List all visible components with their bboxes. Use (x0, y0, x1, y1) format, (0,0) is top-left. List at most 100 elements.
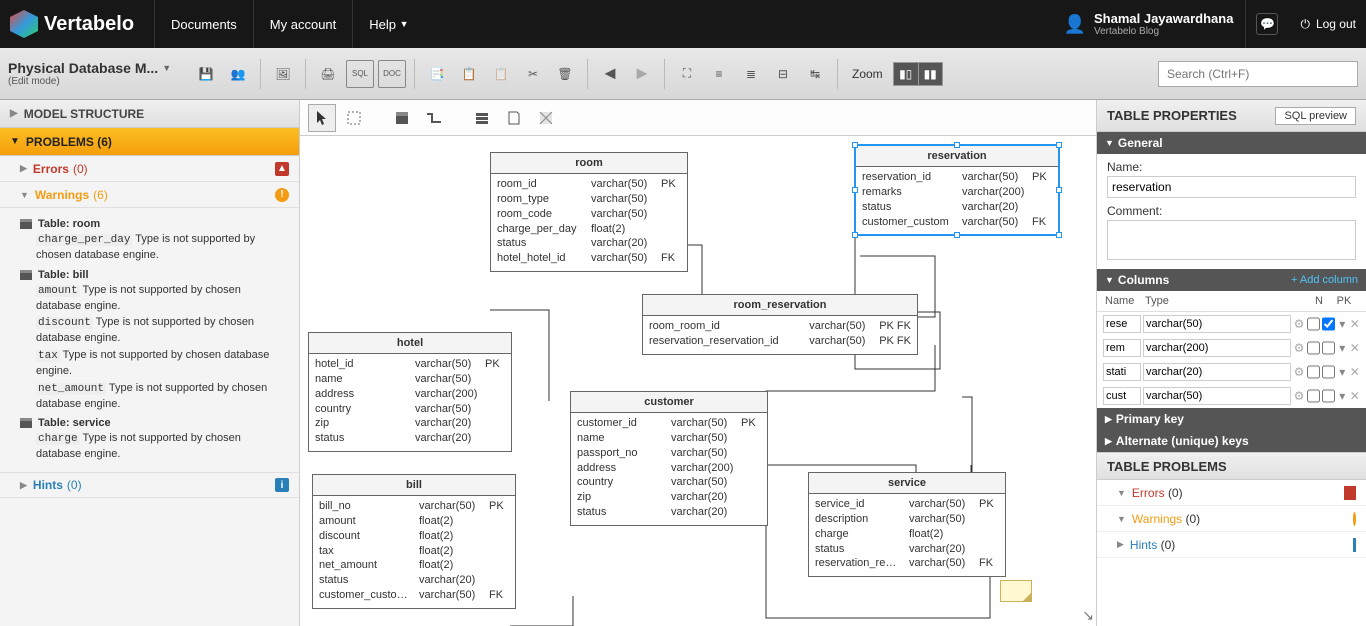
chevron-down-icon[interactable]: ▾ (1337, 341, 1348, 355)
resize-corner-icon[interactable]: ↘ (1082, 607, 1094, 624)
table-reservation[interactable]: reservation reservation_idvarchar(50)PKr… (854, 144, 1060, 236)
warnings-row[interactable]: ▼Warnings(6)! (0, 182, 299, 208)
delete-icon[interactable]: ✕ (1350, 389, 1361, 403)
primary-key-section[interactable]: ▶Primary key (1097, 408, 1366, 430)
col-name-input[interactable] (1103, 339, 1141, 357)
pointer-tool[interactable] (308, 104, 336, 132)
column-row[interactable]: ⚙ ▾✕ (1097, 312, 1366, 336)
doc-icon[interactable]: DOC (378, 60, 406, 88)
col-name-input[interactable] (1103, 387, 1141, 405)
new-area-tool[interactable] (532, 104, 560, 132)
paste-icon[interactable]: 📋 (455, 60, 483, 88)
comment-input[interactable] (1107, 220, 1356, 260)
table-bill[interactable]: bill bill_novarchar(50)PKamountfloat(2)d… (312, 474, 516, 609)
column-row[interactable]: ⚙ ▾✕ (1097, 336, 1366, 360)
add-column-button[interactable]: + Add column (1291, 274, 1358, 286)
general-section[interactable]: ▼General (1097, 132, 1366, 154)
tp-hints-row[interactable]: ▶Hints (0)i (1097, 532, 1366, 558)
sql-preview-button[interactable]: SQL preview (1275, 107, 1356, 125)
notification-icon[interactable]: 💬 (1256, 13, 1278, 35)
table-customer[interactable]: customer customer_idvarchar(50)PKnamevar… (570, 391, 768, 526)
new-note-tool[interactable] (500, 104, 528, 132)
table-icon (20, 270, 32, 280)
column-row[interactable]: ⚙ ▾✕ (1097, 384, 1366, 408)
redo-icon[interactable]: ► (628, 60, 656, 88)
table-icon (20, 219, 32, 229)
select-area-tool[interactable] (340, 104, 368, 132)
logo[interactable]: Vertabelo (10, 10, 154, 38)
column-row[interactable]: ⚙ ▾✕ (1097, 360, 1366, 384)
col-nullable-checkbox[interactable] (1307, 341, 1320, 355)
chevron-down-icon[interactable]: ▾ (1337, 389, 1348, 403)
table-hotel[interactable]: hotel hotel_idvarchar(50)PKnamevarchar(5… (308, 332, 512, 452)
document-title[interactable]: Physical Database M...▼ (Edit mode) (8, 60, 188, 87)
user-block[interactable]: 👤 Shamal Jayawardhana Vertabelo Blog (1064, 0, 1247, 48)
col-pk-checkbox[interactable] (1322, 341, 1335, 355)
problems-header[interactable]: ▼PROBLEMS (6) (0, 128, 299, 156)
new-table-tool[interactable] (388, 104, 416, 132)
col-type-input[interactable] (1143, 387, 1291, 405)
chevron-down-icon[interactable]: ▾ (1337, 317, 1348, 331)
align-right-icon[interactable]: ⊟ (769, 60, 797, 88)
warning-table-room[interactable]: Table: room (20, 218, 289, 230)
gear-icon[interactable]: ⚙ (1293, 389, 1305, 403)
canvas[interactable]: room room_idvarchar(50)PKroom_typevarcha… (300, 136, 1096, 626)
delete-icon[interactable]: ✕ (1350, 341, 1361, 355)
share-icon[interactable]: 👥 (224, 60, 252, 88)
col-type-input[interactable] (1143, 315, 1291, 333)
align-center-icon[interactable]: ≣ (737, 60, 765, 88)
nav-myaccount[interactable]: My account (253, 0, 352, 48)
tp-errors-row[interactable]: ▼Errors (0)▲ (1097, 480, 1366, 506)
columns-header: NameTypeNPK (1097, 291, 1366, 312)
logout-button[interactable]: ⏻ Log out (1288, 17, 1356, 32)
print-icon[interactable]: 🖨 (314, 60, 342, 88)
expand-icon[interactable]: ⛶ (673, 60, 701, 88)
align-left-icon[interactable]: ≡ (705, 60, 733, 88)
table-service[interactable]: service service_idvarchar(50)PKdescripti… (808, 472, 1006, 577)
errors-row[interactable]: ▶Errors(0)▲ (0, 156, 299, 182)
nav-documents[interactable]: Documents (154, 0, 253, 48)
distribute-icon[interactable]: ↹ (801, 60, 829, 88)
note-stub[interactable] (1000, 580, 1032, 602)
delete-icon[interactable]: ✕ (1350, 317, 1361, 331)
columns-section[interactable]: ▼Columns+ Add column (1097, 269, 1366, 291)
new-view-tool[interactable] (468, 104, 496, 132)
paste2-icon[interactable]: 📋 (487, 60, 515, 88)
col-type-input[interactable] (1143, 363, 1291, 381)
col-nullable-checkbox[interactable] (1307, 389, 1320, 403)
gear-icon[interactable]: ⚙ (1293, 341, 1305, 355)
delete-icon[interactable]: 🗑 (551, 60, 579, 88)
col-pk-checkbox[interactable] (1322, 317, 1335, 331)
image-icon[interactable]: 🖼 (269, 60, 297, 88)
nav-help[interactable]: Help ▼ (352, 0, 424, 48)
cut-icon[interactable]: ✂ (519, 60, 547, 88)
hints-row[interactable]: ▶Hints(0)i (0, 472, 299, 498)
zoom-fit2[interactable]: ▮▮ (918, 63, 942, 85)
undo-icon[interactable]: ◄ (596, 60, 624, 88)
warning-table-bill[interactable]: Table: bill (20, 269, 289, 281)
model-structure-header[interactable]: ▶MODEL STRUCTURE (0, 100, 299, 128)
col-nullable-checkbox[interactable] (1307, 317, 1320, 331)
tp-warnings-row[interactable]: ▼Warnings (0)! (1097, 506, 1366, 532)
warning-table-service[interactable]: Table: service (20, 417, 289, 429)
col-name-input[interactable] (1103, 363, 1141, 381)
alternate-keys-section[interactable]: ▶Alternate (unique) keys (1097, 430, 1366, 452)
gear-icon[interactable]: ⚙ (1293, 317, 1305, 331)
search-input[interactable] (1158, 61, 1358, 87)
chevron-down-icon[interactable]: ▾ (1337, 365, 1348, 379)
col-type-input[interactable] (1143, 339, 1291, 357)
zoom-fit1[interactable]: ▮▯ (894, 63, 918, 85)
col-pk-checkbox[interactable] (1322, 389, 1335, 403)
save-icon[interactable]: 💾 (192, 60, 220, 88)
delete-icon[interactable]: ✕ (1350, 365, 1361, 379)
gear-icon[interactable]: ⚙ (1293, 365, 1305, 379)
copy-icon[interactable]: 📑 (423, 60, 451, 88)
sql-icon[interactable]: SQL (346, 60, 374, 88)
name-input[interactable] (1107, 176, 1356, 198)
table-room[interactable]: room room_idvarchar(50)PKroom_typevarcha… (490, 152, 688, 272)
col-pk-checkbox[interactable] (1322, 365, 1335, 379)
col-name-input[interactable] (1103, 315, 1141, 333)
col-nullable-checkbox[interactable] (1307, 365, 1320, 379)
new-reference-tool[interactable] (420, 104, 448, 132)
table-room-reservation[interactable]: room_reservation room_room_idvarchar(50)… (642, 294, 918, 355)
